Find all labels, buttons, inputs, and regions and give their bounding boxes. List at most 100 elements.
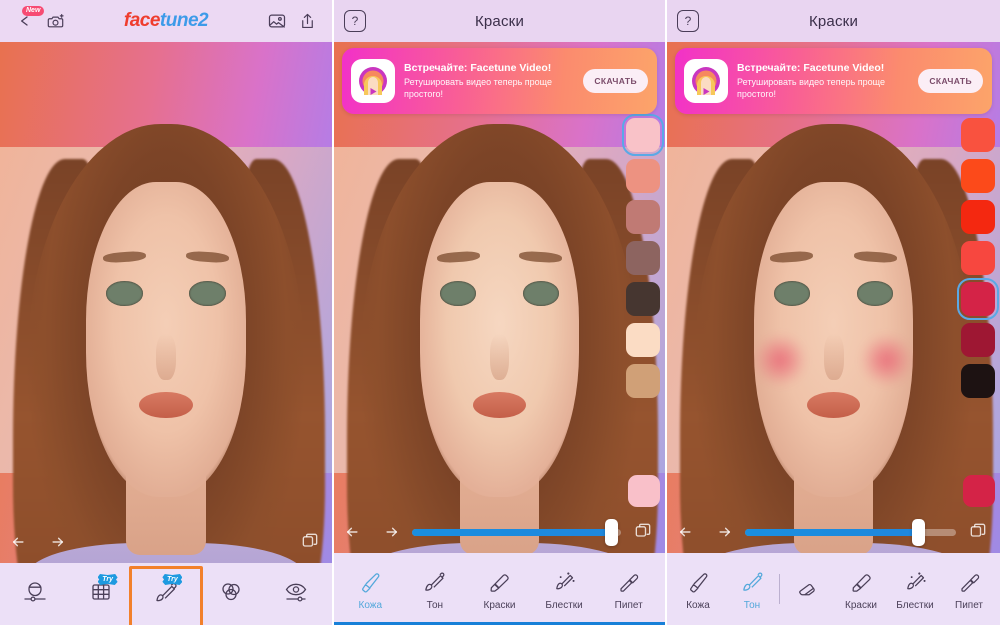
color-swatch[interactable] xyxy=(961,323,995,357)
eye-right xyxy=(189,281,226,306)
glitter-brush-icon xyxy=(549,568,579,596)
tool-tone[interactable]: Тон xyxy=(725,568,779,611)
slider-fill xyxy=(412,528,611,536)
logo-tune-text: tune2 xyxy=(159,10,209,31)
facetune-video-app-icon xyxy=(684,59,728,103)
nose xyxy=(823,333,844,381)
tool-details[interactable] xyxy=(263,578,328,610)
tool-label: Кожа xyxy=(358,599,383,611)
compare-layers-icon[interactable] xyxy=(968,521,990,543)
color-swatch[interactable] xyxy=(961,159,995,193)
color-swatch[interactable] xyxy=(626,323,660,357)
eye-right xyxy=(522,281,560,306)
color-swatch[interactable] xyxy=(626,200,660,234)
color-swatch[interactable] xyxy=(961,118,995,152)
undo-icon[interactable] xyxy=(344,521,366,543)
color-swatch[interactable] xyxy=(961,364,995,398)
tool-label: Блестки xyxy=(545,599,583,611)
back-button[interactable]: New xyxy=(10,6,45,34)
undo-icon[interactable] xyxy=(677,521,699,543)
tool-glitter[interactable]: Блестки xyxy=(888,568,942,611)
banner-title: Встречайте: Facetune Video! xyxy=(404,61,552,74)
intensity-slider[interactable] xyxy=(412,518,621,546)
color-swatch[interactable] xyxy=(626,241,660,275)
paint-marker-icon xyxy=(846,568,876,596)
tool-eyedropper[interactable]: Пипет xyxy=(942,568,996,611)
app-header: New facetune2 xyxy=(0,0,332,42)
eyedropper-icon xyxy=(614,568,644,596)
tool-retouch[interactable] xyxy=(4,578,69,610)
slider-fill xyxy=(745,528,919,536)
banner-text: Встречайте: Facetune Video! Ретушировать… xyxy=(395,62,583,101)
makeup-toolbar: Кожа Тон Краски Блестки Пипет xyxy=(334,553,665,625)
compare-layers-icon[interactable] xyxy=(633,521,655,543)
eye-left xyxy=(439,281,477,306)
tool-reshape[interactable]: Try xyxy=(69,574,134,610)
intensity-slider[interactable] xyxy=(745,518,956,546)
slider-knob[interactable] xyxy=(912,518,926,546)
current-color-swatch[interactable] xyxy=(628,475,660,507)
tool-skin[interactable]: Кожа xyxy=(671,568,725,611)
tool-filters[interactable] xyxy=(198,578,263,610)
redo-icon[interactable] xyxy=(378,521,400,543)
tool-eyedropper[interactable]: Пипет xyxy=(596,568,661,611)
tool-label: Блестки xyxy=(896,599,934,611)
slider-knob[interactable] xyxy=(604,518,618,546)
app-header: ? Краски xyxy=(667,0,1000,42)
eye-details-slider-icon xyxy=(281,578,311,606)
tool-label: Пипет xyxy=(614,599,643,611)
brush-size-bar xyxy=(667,511,1000,553)
tone-brush-icon xyxy=(737,568,767,596)
redo-icon[interactable] xyxy=(44,531,66,553)
page-title: Краски xyxy=(474,12,525,30)
download-button[interactable]: СКАЧАТЬ xyxy=(918,69,983,93)
try-badge: Try xyxy=(97,574,118,585)
lips xyxy=(473,391,526,419)
current-color-swatch[interactable] xyxy=(963,475,995,507)
lips xyxy=(806,391,861,419)
tool-label: Тон xyxy=(426,599,444,611)
logo-face-text: face xyxy=(123,10,161,31)
blush-right xyxy=(860,333,914,386)
banner-text: Встречайте: Facetune Video! Ретушировать… xyxy=(728,62,918,101)
tool-skin[interactable]: Кожа xyxy=(338,568,403,611)
color-swatch[interactable] xyxy=(622,114,664,156)
skin-brush-icon xyxy=(355,568,385,596)
tool-eraser[interactable] xyxy=(780,573,834,605)
undo-icon[interactable] xyxy=(10,531,32,553)
color-swatch[interactable] xyxy=(961,200,995,234)
tool-label: Краски xyxy=(845,599,877,611)
camera-sparkle-icon[interactable] xyxy=(40,8,70,34)
promo-banner[interactable]: Встречайте: Facetune Video! Ретушировать… xyxy=(675,48,992,114)
help-question-icon[interactable]: ? xyxy=(677,10,699,32)
eyedropper-icon xyxy=(954,568,984,596)
help-question-icon[interactable]: ? xyxy=(344,10,366,32)
color-swatch[interactable] xyxy=(626,364,660,398)
brush-size-bar xyxy=(334,511,665,553)
try-badge: Try xyxy=(162,574,183,585)
tool-tone[interactable]: Тон xyxy=(403,568,468,611)
color-swatch-list xyxy=(622,114,664,398)
redo-icon[interactable] xyxy=(711,521,733,543)
screenshot-strip: New facetune2 Try Try ? Краски Встречайт… xyxy=(0,0,1000,625)
compare-layers-icon[interactable] xyxy=(300,531,322,553)
color-swatch-list xyxy=(957,118,999,398)
tool-paints[interactable]: Краски xyxy=(467,568,532,611)
color-swatch[interactable] xyxy=(961,241,995,275)
promo-banner[interactable]: Встречайте: Facetune Video! Ретушировать… xyxy=(342,48,657,114)
gallery-image-icon[interactable] xyxy=(262,8,292,34)
color-swatch[interactable] xyxy=(626,282,660,316)
color-swatch[interactable] xyxy=(957,278,999,320)
color-swatch[interactable] xyxy=(626,159,660,193)
history-bar xyxy=(0,521,332,563)
download-button[interactable]: СКАЧАТЬ xyxy=(583,69,648,93)
panel-makeup-skin: ? Краски Встречайте: Facetune Video! Рет… xyxy=(334,0,667,625)
tool-paint[interactable]: Try xyxy=(134,574,199,610)
eraser-icon xyxy=(792,573,822,601)
tool-glitter[interactable]: Блестки xyxy=(532,568,597,611)
banner-subtitle: Ретушировать видео теперь проще простого… xyxy=(404,76,552,99)
banner-title: Встречайте: Facetune Video! xyxy=(737,61,885,74)
panel-makeup-tone: ? Краски Встречайте: Facetune Video! Рет… xyxy=(667,0,1000,625)
tool-paints[interactable]: Краски xyxy=(834,568,888,611)
share-export-icon[interactable] xyxy=(292,8,322,34)
